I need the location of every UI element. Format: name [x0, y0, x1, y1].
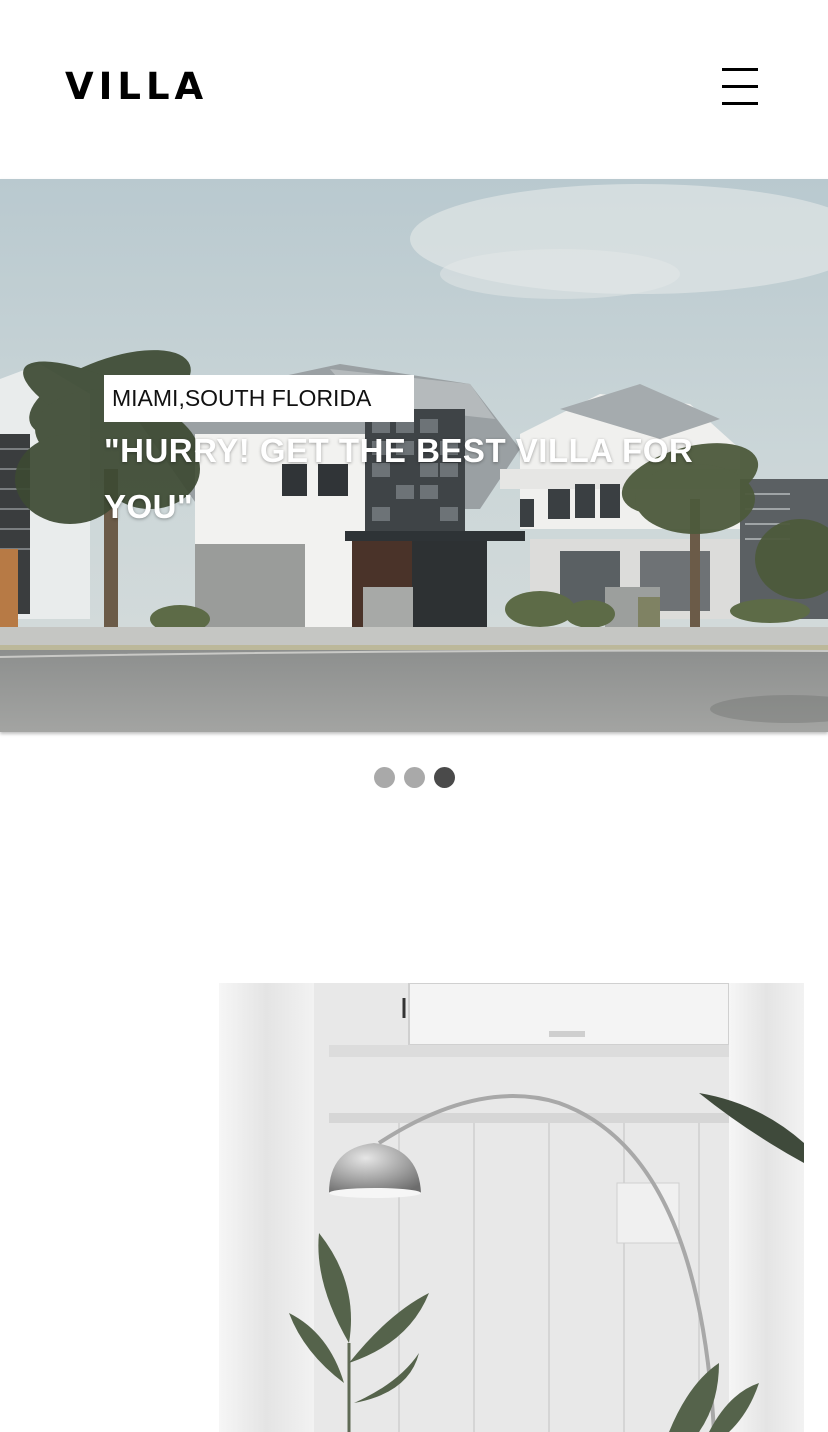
location-label: MIAMI,SOUTH FLORIDA [104, 375, 414, 422]
carousel-dot-3-active[interactable] [434, 767, 455, 788]
hero-slide[interactable]: MIAMI,SOUTH FLORIDA "HURRY! GET THE BEST… [0, 179, 828, 732]
menu-line [722, 102, 758, 105]
interior-lamp-plant-image [219, 983, 804, 1432]
menu-line [722, 85, 758, 88]
site-header: VILLA [0, 0, 828, 179]
carousel-dot-2[interactable] [404, 767, 425, 788]
menu-line [722, 68, 758, 71]
hamburger-menu-icon[interactable] [718, 66, 762, 108]
hero-headline: "HURRY! GET THE BEST VILLA FOR YOU" [104, 432, 694, 525]
carousel-dot-1[interactable] [374, 767, 395, 788]
logo[interactable]: VILLA [65, 64, 208, 110]
interior-photo [219, 983, 804, 1432]
